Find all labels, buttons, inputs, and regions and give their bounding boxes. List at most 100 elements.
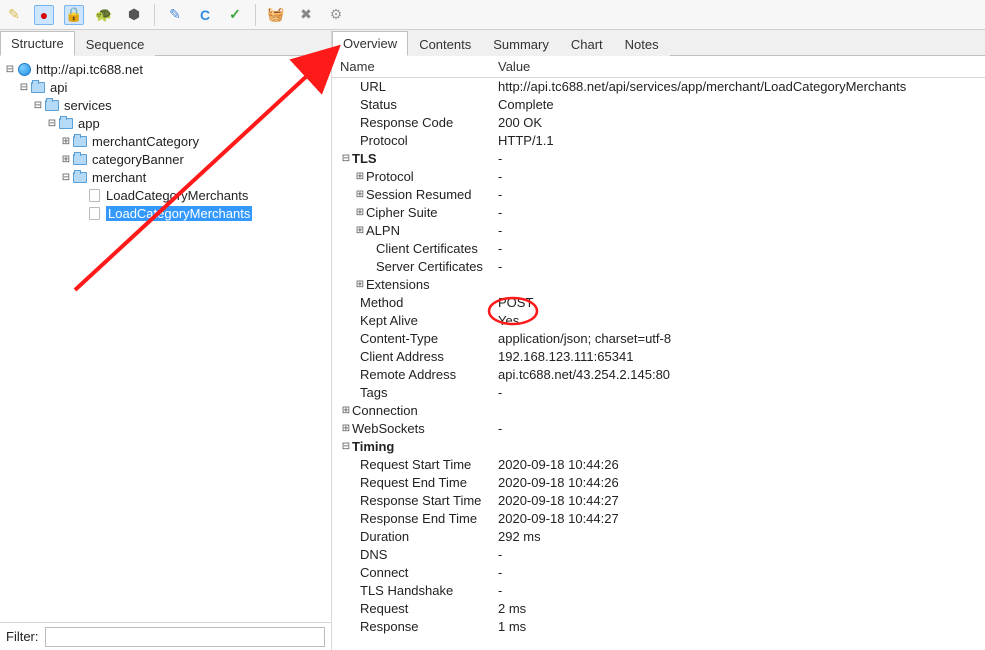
detail-name: Remote Address <box>332 366 492 384</box>
collapse-icon[interactable]: ⊟ <box>340 150 352 168</box>
detail-row: Server Certificates- <box>332 258 985 276</box>
record-icon[interactable]: ● <box>34 5 54 25</box>
detail-value: 1 ms <box>492 618 985 636</box>
collapse-icon[interactable]: ⊟ <box>4 64 16 75</box>
tree-label: LoadCategoryMerchants <box>106 188 248 203</box>
folder-icon <box>58 116 74 130</box>
tab-overview[interactable]: Overview <box>332 31 408 56</box>
tree-label: api <box>50 80 67 95</box>
detail-name: Client Certificates <box>332 240 492 258</box>
collapse-icon[interactable]: ⊟ <box>60 172 72 183</box>
tree-label: services <box>64 98 112 113</box>
tab-summary[interactable]: Summary <box>482 32 560 56</box>
detail-name: Connect <box>332 564 492 582</box>
expand-icon[interactable]: ⊞ <box>354 186 366 204</box>
detail-row: Kept AliveYes <box>332 312 985 330</box>
expand-icon[interactable]: ⊞ <box>354 276 366 294</box>
detail-value: 2 ms <box>492 600 985 618</box>
tree-label: app <box>78 116 100 131</box>
expand-icon[interactable]: ⊞ <box>340 420 352 438</box>
detail-name: Response End Time <box>332 510 492 528</box>
collapse-icon[interactable]: ⊟ <box>46 118 58 129</box>
expand-icon[interactable]: ⊞ <box>60 136 72 147</box>
file-icon <box>86 206 102 220</box>
detail-value: http://api.tc688.net/api/services/app/me… <box>492 78 985 96</box>
tab-contents[interactable]: Contents <box>408 32 482 56</box>
detail-name: Method <box>332 294 492 312</box>
hexagon-icon[interactable]: ⬢ <box>124 5 144 25</box>
detail-value: 292 ms <box>492 528 985 546</box>
tree-node-app[interactable]: ⊟ app <box>2 114 329 132</box>
tree-node-services[interactable]: ⊟ services <box>2 96 329 114</box>
tab-sequence[interactable]: Sequence <box>75 32 156 56</box>
tree-node-category-banner[interactable]: ⊞ categoryBanner <box>2 150 329 168</box>
detail-value: Yes <box>492 312 985 330</box>
detail-name: ⊞Extensions <box>332 276 492 294</box>
detail-row: Client Address192.168.123.111:65341 <box>332 348 985 366</box>
detail-row: Request End Time2020-09-18 10:44:26 <box>332 474 985 492</box>
detail-row-group: ⊟Timing <box>332 438 985 456</box>
broom-icon[interactable]: ✎ <box>4 5 24 25</box>
expand-icon[interactable]: ⊞ <box>354 168 366 186</box>
tree-node-request-1[interactable]: LoadCategoryMerchants <box>2 186 329 204</box>
tree-label: merchant <box>92 170 146 185</box>
secure-lock-icon[interactable]: 🔒 <box>64 5 84 25</box>
tree-node-host[interactable]: ⊟ http://api.tc688.net <box>2 60 329 78</box>
detail-value: - <box>492 420 985 438</box>
detail-name: ⊞Connection <box>332 402 492 420</box>
detail-row: Response Start Time2020-09-18 10:44:27 <box>332 492 985 510</box>
detail-value: - <box>492 240 985 258</box>
folder-icon <box>30 80 46 94</box>
tree-label: http://api.tc688.net <box>36 62 143 77</box>
refresh-icon[interactable]: C <box>195 5 215 25</box>
detail-row: ⊞Extensions <box>332 276 985 294</box>
detail-value: - <box>492 258 985 276</box>
detail-body[interactable]: URLhttp://api.tc688.net/api/services/app… <box>332 78 985 650</box>
tree-node-merchant-category[interactable]: ⊞ merchantCategory <box>2 132 329 150</box>
detail-row: Response Code200 OK <box>332 114 985 132</box>
detail-name: ⊟TLS <box>332 150 492 168</box>
detail-value: - <box>492 564 985 582</box>
expand-icon[interactable]: ⊞ <box>60 154 72 165</box>
detail-row: Connect- <box>332 564 985 582</box>
detail-value: 200 OK <box>492 114 985 132</box>
detail-row: Response End Time2020-09-18 10:44:27 <box>332 510 985 528</box>
pen-icon[interactable]: ✎ <box>165 5 185 25</box>
bug-icon[interactable]: 🐢 <box>94 5 114 25</box>
collapse-icon[interactable]: ⊟ <box>32 100 44 111</box>
detail-name: Response Code <box>332 114 492 132</box>
expand-icon[interactable]: ⊞ <box>340 402 352 420</box>
tools-icon[interactable]: ✖ <box>296 5 316 25</box>
detail-name: Tags <box>332 384 492 402</box>
detail-name: ⊞ALPN <box>332 222 492 240</box>
detail-name: Content-Type <box>332 330 492 348</box>
detail-row: TLS Handshake- <box>332 582 985 600</box>
gear-icon[interactable]: ⚙ <box>326 5 346 25</box>
tree-label-selected: LoadCategoryMerchants <box>106 206 252 221</box>
tab-notes[interactable]: Notes <box>614 32 670 56</box>
detail-name: ⊞Protocol <box>332 168 492 186</box>
detail-name: Response <box>332 618 492 636</box>
check-icon[interactable]: ✓ <box>225 5 245 25</box>
filter-input[interactable] <box>45 627 326 647</box>
detail-value: 2020-09-18 10:44:27 <box>492 510 985 528</box>
expand-icon[interactable]: ⊞ <box>354 204 366 222</box>
folder-icon <box>72 134 88 148</box>
file-icon <box>86 188 102 202</box>
detail-value: 2020-09-18 10:44:26 <box>492 474 985 492</box>
left-tabs: Structure Sequence <box>0 30 331 56</box>
expand-icon[interactable]: ⊞ <box>354 222 366 240</box>
detail-row: StatusComplete <box>332 96 985 114</box>
tab-structure[interactable]: Structure <box>0 31 75 56</box>
tree-node-merchant[interactable]: ⊟ merchant <box>2 168 329 186</box>
tree-node-request-2[interactable]: LoadCategoryMerchants <box>2 204 329 222</box>
collapse-icon[interactable]: ⊟ <box>340 438 352 456</box>
detail-name: Kept Alive <box>332 312 492 330</box>
collapse-icon[interactable]: ⊟ <box>18 82 30 93</box>
basket-icon[interactable]: 🧺 <box>266 5 286 25</box>
detail-name: ⊞Cipher Suite <box>332 204 492 222</box>
request-tree[interactable]: ⊟ http://api.tc688.net ⊟ api ⊟ services … <box>0 56 331 622</box>
tab-chart[interactable]: Chart <box>560 32 614 56</box>
tree-node-api[interactable]: ⊟ api <box>2 78 329 96</box>
detail-name: Client Address <box>332 348 492 366</box>
